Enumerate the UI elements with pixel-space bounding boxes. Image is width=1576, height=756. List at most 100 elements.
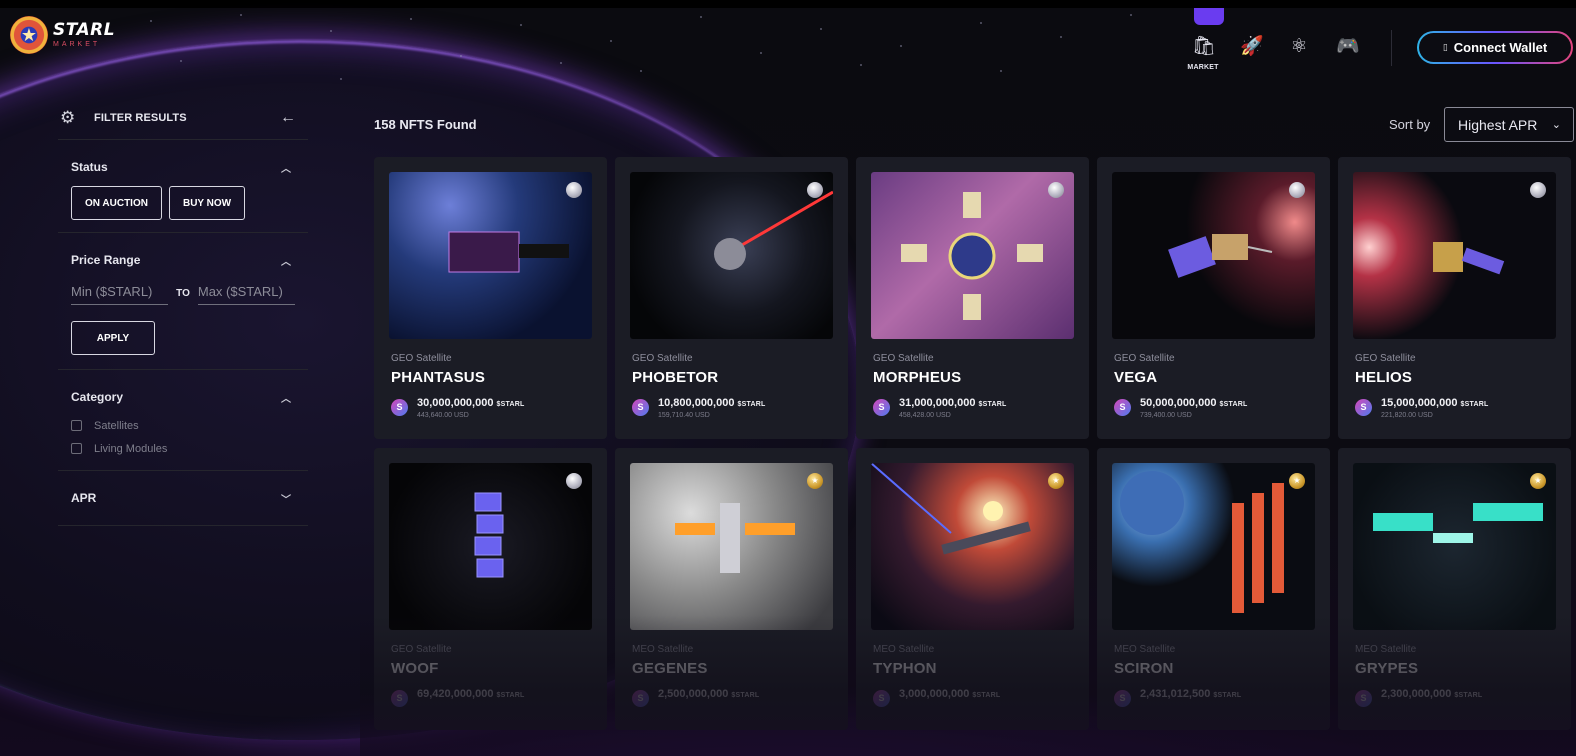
nft-price-usd: 221,820.00 USD	[1381, 412, 1433, 419]
category-section: Category ︿ Satellites Living Modules	[58, 370, 308, 471]
nft-card[interactable]: GEO Satellite PHOBETOR S 10,800,000,000 $ST…	[615, 157, 848, 439]
sort-select[interactable]: Highest APR ⌄	[1444, 107, 1574, 142]
nft-image[interactable]	[871, 172, 1074, 339]
silver-tier-icon	[807, 182, 823, 198]
nft-card[interactable]: GEO Satellite WOOF S 69,420,000,000 $STARL	[374, 448, 607, 730]
nft-price-usd: 739,400.00 USD	[1140, 412, 1192, 419]
chevron-up-icon: ︿	[281, 163, 291, 175]
price-range-title: Price Range	[71, 253, 141, 267]
page: ★ STARL MARKET 🛍 MARKET 🚀 ⚛ 🎮 ▯ Connect Wall…	[0, 0, 1576, 756]
nft-card[interactable]: ★ MEO Satellite GRYPES S 2,300,000,000 $STAR…	[1338, 448, 1571, 730]
nft-price-unit: $STARL	[1460, 401, 1489, 408]
buy-now-button[interactable]: BUY NOW	[168, 186, 246, 220]
starl-coin-icon: S	[873, 399, 890, 416]
nft-artwork	[871, 463, 1031, 555]
nft-image[interactable]	[1353, 172, 1556, 339]
nft-image[interactable]	[630, 172, 833, 339]
nft-price-unit: $STARL	[496, 692, 525, 699]
nft-price: 2,431,012,500 $STARL	[1140, 688, 1241, 700]
nft-image[interactable]: ★	[1112, 463, 1315, 630]
nav-item-gamepad[interactable]: 🎮	[1332, 8, 1362, 71]
nft-price-value: 2,431,012,500	[1140, 688, 1211, 700]
nft-price-unit: $STARL	[737, 401, 766, 408]
nft-type: GEO Satellite	[391, 353, 452, 364]
nav-divider	[1391, 30, 1392, 66]
nft-artwork	[675, 503, 795, 573]
gold-tier-icon: ★	[1048, 473, 1064, 489]
nft-card[interactable]: GEO Satellite VEGA S 50,000,000,000 $STARL 7…	[1097, 157, 1330, 439]
nft-price-usd: 443,640.00 USD	[417, 412, 469, 419]
nft-artwork	[1433, 242, 1505, 275]
nft-image[interactable]	[389, 463, 592, 630]
logo-text: STARL MARKET	[53, 20, 116, 49]
category-option-label: Living Modules	[94, 442, 168, 455]
nft-price-unit: $STARL	[972, 692, 1001, 699]
nft-name: HELIOS	[1355, 369, 1413, 386]
nft-price-unit: $STARL	[496, 401, 525, 408]
nft-card[interactable]: ★ MEO Satellite TYPHON S 3,000,000,000 $STAR…	[856, 448, 1089, 730]
nft-image[interactable]	[389, 172, 592, 339]
nft-artwork	[1120, 471, 1284, 613]
starl-coin-icon: S	[873, 690, 890, 707]
nft-artwork	[1168, 234, 1273, 278]
nft-image[interactable]	[1112, 172, 1315, 339]
nav-item-shopping-bag[interactable]: 🛍 MARKET	[1187, 8, 1219, 71]
nav-item-rocket[interactable]: 🚀	[1236, 8, 1266, 71]
nft-card[interactable]: ★ MEO Satellite GEGENES S 2,500,000,000 $STA…	[615, 448, 848, 730]
nft-artwork	[1373, 503, 1543, 543]
nft-type: GEO Satellite	[632, 353, 693, 364]
checkbox[interactable]	[71, 443, 82, 454]
nft-image[interactable]: ★	[871, 463, 1074, 630]
nft-image[interactable]: ★	[1353, 463, 1556, 630]
filter-header: ⚙ FILTER RESULTS ←	[58, 96, 308, 140]
gold-tier-icon: ★	[807, 473, 823, 489]
nft-card[interactable]: GEO Satellite PHANTASUS S 30,000,000,000 $S…	[374, 157, 607, 439]
status-section: Status ︿ ON AUCTION BUY NOW	[58, 140, 308, 233]
nav-item-atom[interactable]: ⚛	[1284, 8, 1314, 71]
nft-type: GEO Satellite	[391, 644, 452, 655]
silver-tier-icon	[1530, 182, 1546, 198]
min-price-input[interactable]: Min ($STARL)	[71, 279, 169, 305]
nft-artwork	[448, 231, 569, 273]
nft-type: MEO Satellite	[632, 644, 694, 655]
apply-button[interactable]: APPLY	[71, 321, 155, 355]
apr-section: APR ﹀	[58, 471, 308, 526]
shopping-bag-icon: 🛍	[1192, 36, 1217, 57]
connect-wallet-button[interactable]: ▯ Connect Wallet	[1417, 31, 1573, 64]
filter-title: FILTER RESULTS	[94, 111, 187, 124]
nft-card[interactable]: GEO Satellite HELIOS S 15,000,000,000 $STAR…	[1338, 157, 1571, 439]
nft-card[interactable]: ★ MEO Satellite SCIRON S 2,431,012,500 $STAR…	[1097, 448, 1330, 730]
nft-name: GEGENES	[632, 660, 708, 677]
on-auction-button[interactable]: ON AUCTION	[71, 186, 162, 220]
starl-coin-icon: S	[1114, 690, 1131, 707]
sort-label: Sort by	[1389, 117, 1431, 132]
nft-card[interactable]: GEO Satellite MORPHEUS S 31,000,000,000 $ST…	[856, 157, 1089, 439]
apr-toggle[interactable]: APR ﹀	[71, 471, 295, 525]
wallet-icon: ▯	[1442, 42, 1448, 52]
nft-artwork	[714, 190, 833, 270]
nav-item-label: MARKET	[1187, 64, 1219, 71]
arrow-left-icon[interactable]: ←	[280, 109, 296, 127]
nft-type: GEO Satellite	[1114, 353, 1175, 364]
chevron-up-icon: ︿	[281, 256, 291, 268]
status-title: Status	[71, 160, 108, 174]
nft-type: MEO Satellite	[1355, 644, 1417, 655]
category-title: Category	[71, 390, 124, 404]
logo[interactable]: ★ STARL MARKET	[10, 16, 115, 54]
nft-price-unit: $STARL	[1454, 692, 1483, 699]
rocket-icon: 🚀	[1240, 36, 1264, 57]
nft-image[interactable]: ★	[630, 463, 833, 630]
nft-name: PHOBETOR	[632, 369, 719, 386]
price-inputs: Min ($STARL) TO Max ($STARL)	[71, 279, 295, 305]
logo-name: STARL	[53, 20, 116, 40]
nft-type: GEO Satellite	[873, 353, 934, 364]
category-option-satellites[interactable]: Satellites	[71, 414, 295, 437]
nft-price-value: 2,500,000,000	[658, 688, 729, 700]
category-option-living-modules[interactable]: Living Modules	[71, 437, 295, 460]
max-price-input[interactable]: Max ($STARL)	[197, 279, 295, 305]
results-count-number: 158	[374, 117, 396, 132]
nft-price-unit: $STARL	[731, 692, 760, 699]
filter-sidebar: ⚙ FILTER RESULTS ← Status ︿ ON AUCTION B…	[58, 96, 308, 526]
checkbox[interactable]	[71, 420, 82, 431]
nft-price-value: 30,000,000,000	[417, 397, 494, 409]
